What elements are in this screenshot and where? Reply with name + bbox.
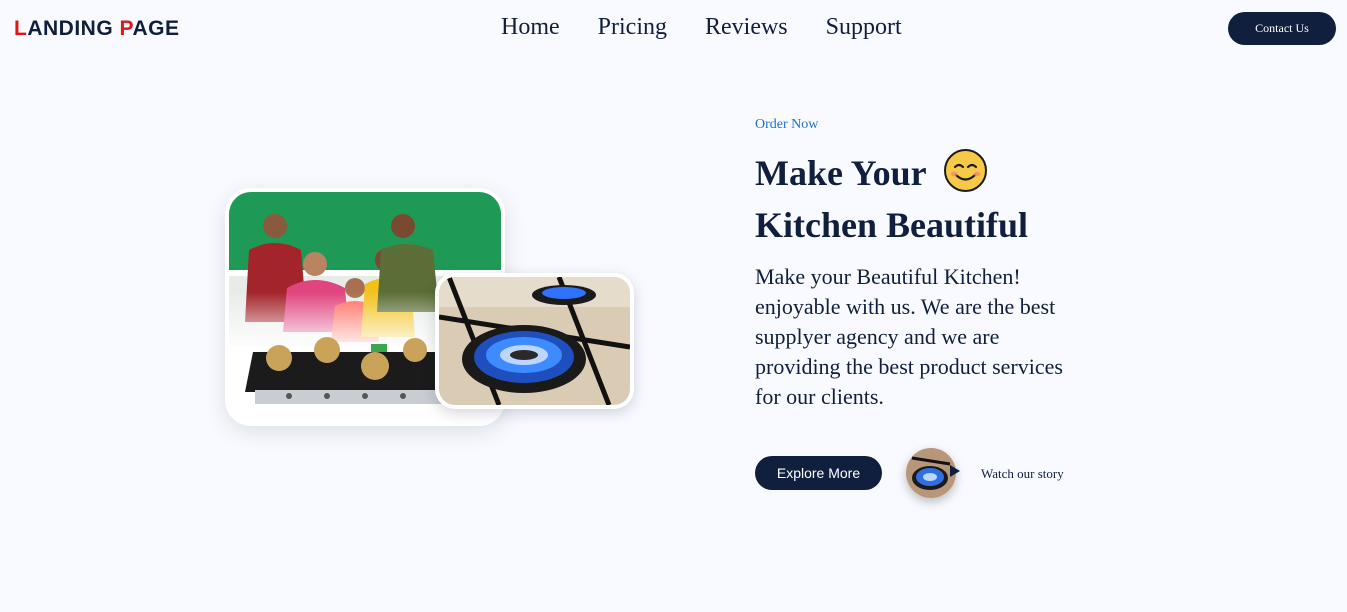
burner-image-card <box>435 273 634 409</box>
order-now-link[interactable]: Order Now <box>755 117 818 133</box>
logo-letter-p: P <box>119 17 133 40</box>
logo-letter-l: L <box>14 17 28 40</box>
logo-text-1: ANDING <box>27 17 120 40</box>
burner-thumbnail-image <box>906 448 956 498</box>
nav-home[interactable]: Home <box>501 14 560 41</box>
nav-support[interactable]: Support <box>826 14 902 41</box>
hero-title-line-2: Kitchen Beautiful <box>755 205 1029 245</box>
main-nav: Home Pricing Reviews Support <box>501 14 902 41</box>
nav-reviews[interactable]: Reviews <box>705 14 788 41</box>
burner-flame-image <box>439 277 630 405</box>
smiling-face-icon <box>944 149 987 192</box>
watch-story-link[interactable]: Watch our story <box>981 466 1064 482</box>
logo[interactable]: LANDING PAGE <box>14 17 179 41</box>
watch-story-thumbnail[interactable] <box>906 448 956 498</box>
explore-more-button[interactable]: Explore More <box>755 456 882 490</box>
logo-text-2: AGE <box>132 17 180 40</box>
contact-us-button[interactable]: Contact Us <box>1228 12 1336 45</box>
play-icon[interactable] <box>950 465 960 477</box>
nav-pricing[interactable]: Pricing <box>598 14 667 41</box>
hero-description: Make your Beautiful Kitchen! enjoyable w… <box>755 264 1063 409</box>
